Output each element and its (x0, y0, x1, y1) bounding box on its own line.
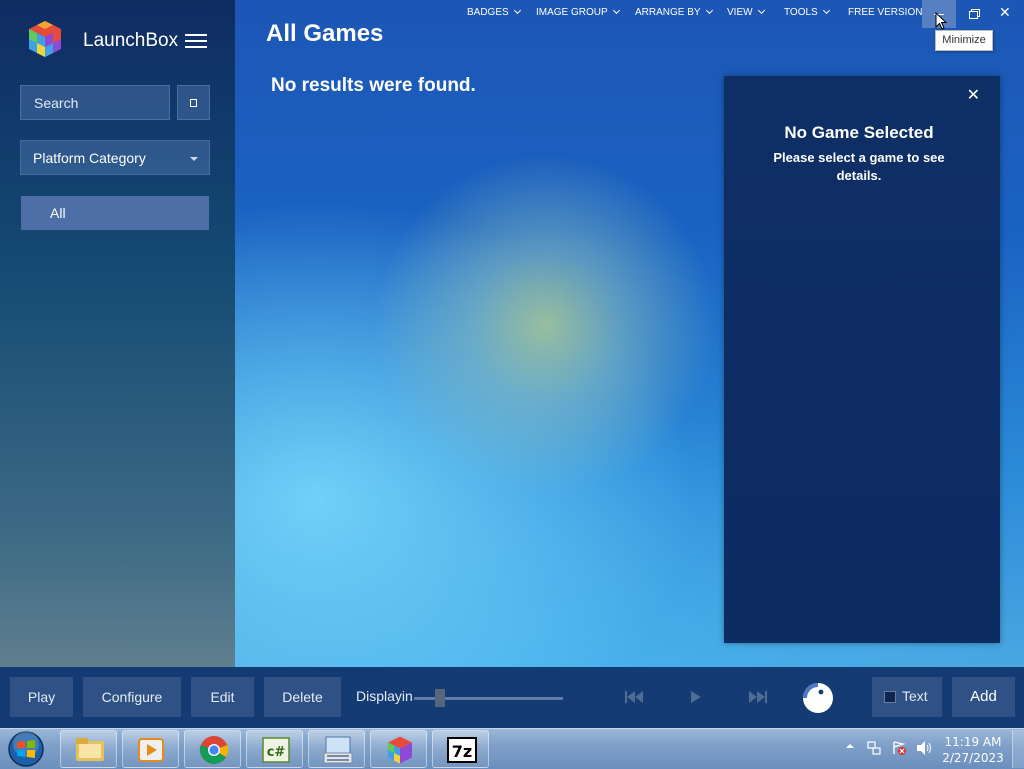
play-icon[interactable] (689, 689, 703, 705)
mouse-cursor-icon (935, 12, 947, 30)
show-desktop-button[interactable] (1012, 730, 1024, 768)
menu-free-version[interactable]: FREE VERSION (848, 7, 922, 18)
menu-badges[interactable]: BADGES (467, 6, 521, 18)
chrome-icon (199, 736, 229, 764)
7zip-label: 7z (452, 742, 472, 761)
details-close-button[interactable]: ✕ (967, 85, 980, 105)
clock-time: 11:19 AM (944, 735, 1002, 749)
details-title: No Game Selected (784, 123, 934, 142)
bottom-toolbar: Play Configure Edit Delete Displayin Tex… (0, 667, 1024, 728)
show-hidden-icons-icon[interactable] (845, 741, 855, 751)
chevron-down-icon (513, 6, 521, 15)
platform-category-label: Platform Category (33, 150, 146, 166)
text-toggle-label: Text (902, 688, 928, 704)
chevron-down-icon (822, 6, 830, 15)
play-button[interactable]: Play (10, 677, 73, 717)
menu-image-group[interactable]: IMAGE GROUP (536, 6, 620, 18)
taskbar-on-screen-keyboard[interactable] (308, 730, 365, 768)
game-details-panel: ✕ No Game Selected Please select a game … (724, 76, 1000, 643)
delete-button[interactable]: Delete (264, 677, 341, 717)
clock-date: 2/27/2023 (942, 751, 1004, 765)
skip-next-icon[interactable] (748, 689, 768, 705)
search-input[interactable]: Search (20, 85, 170, 120)
menu-tools-label: TOOLS (784, 7, 818, 18)
minimize-tooltip: Minimize (935, 30, 993, 51)
text-toggle[interactable]: Text (872, 677, 942, 717)
taskbar-7zip[interactable]: 7z (432, 730, 489, 768)
launchbox-logo-icon (29, 21, 61, 57)
hamburger-menu-icon[interactable] (185, 34, 207, 50)
restore-button[interactable] (966, 6, 982, 22)
action-center-icon[interactable] (891, 740, 907, 756)
chevron-down-icon (190, 157, 198, 161)
keyboard-icon (323, 736, 353, 764)
volume-knob-icon[interactable] (801, 681, 835, 715)
menu-badges-label: BADGES (467, 7, 509, 18)
launchbox-window: LaunchBox Search Platform Category All A… (0, 0, 1024, 728)
taskbar-windows-explorer[interactable] (60, 730, 117, 768)
system-clock[interactable]: 11:19 AM 2/27/2023 (940, 734, 1006, 766)
taskbar-csharp-editor[interactable]: c# (246, 730, 303, 768)
network-icon[interactable] (866, 740, 882, 756)
csharp-file-icon: c# (262, 737, 290, 763)
search-options-button[interactable] (177, 85, 210, 120)
chevron-down-icon (705, 6, 713, 15)
square-icon (190, 99, 197, 107)
details-message: Please select a game to see details. (773, 150, 945, 183)
7zip-icon: 7z (447, 737, 477, 763)
add-button[interactable]: Add (952, 677, 1015, 717)
main-content: All Games No results were found. BADGES … (235, 0, 1024, 667)
volume-icon[interactable] (915, 740, 933, 756)
text-checkbox[interactable] (884, 691, 896, 703)
taskbar-launchbox[interactable] (370, 730, 427, 768)
menu-tools[interactable]: TOOLS (784, 6, 830, 18)
skip-previous-icon[interactable] (624, 689, 644, 705)
csharp-label: c# (267, 745, 286, 760)
zoom-slider-thumb[interactable] (435, 689, 445, 707)
chevron-down-icon (612, 6, 620, 15)
taskbar: c# 7z 11:19 AM 2/27/2023 (0, 728, 1024, 769)
menu-view-label: VIEW (727, 7, 753, 18)
edit-button[interactable]: Edit (191, 677, 254, 717)
start-button-icon[interactable] (7, 730, 45, 768)
close-button[interactable]: ✕ (999, 4, 1011, 21)
taskbar-media-player[interactable] (122, 730, 179, 768)
menu-image-group-label: IMAGE GROUP (536, 7, 608, 18)
platform-category-dropdown[interactable]: Platform Category (20, 140, 210, 175)
sidebar-item-all[interactable]: All (21, 196, 209, 230)
menu-view[interactable]: VIEW (727, 6, 765, 18)
launchbox-icon (388, 736, 412, 764)
taskbar-chrome[interactable] (184, 730, 241, 768)
menu-arrange-by[interactable]: ARRANGE BY (635, 6, 713, 18)
page-title: All Games (266, 20, 384, 47)
folder-icon (76, 738, 104, 761)
no-results-message: No results were found. (271, 75, 476, 96)
menu-arrange-by-label: ARRANGE BY (635, 7, 701, 18)
chevron-down-icon (757, 6, 765, 15)
app-title: LaunchBox (83, 30, 179, 51)
displaying-label: Displayin (356, 688, 413, 704)
sidebar: LaunchBox Search Platform Category All (0, 0, 235, 667)
media-player-icon (138, 738, 164, 762)
configure-button[interactable]: Configure (83, 677, 181, 717)
